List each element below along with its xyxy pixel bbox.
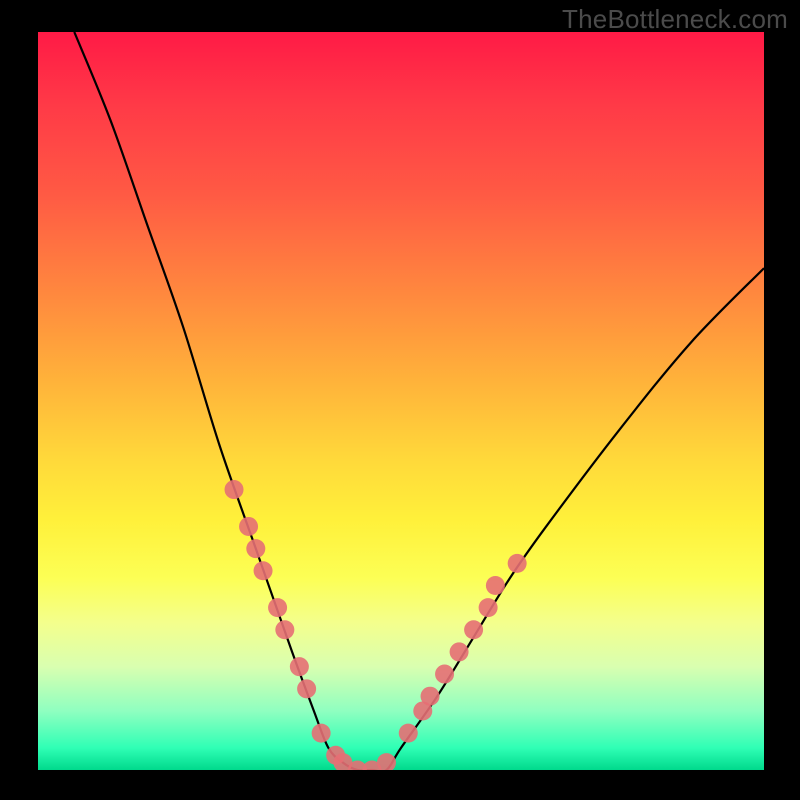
- data-marker: [486, 576, 505, 595]
- curve-svg: [38, 32, 764, 770]
- data-marker: [297, 679, 316, 698]
- plot-area: [38, 32, 764, 770]
- data-marker: [399, 724, 418, 743]
- attribution-label: TheBottleneck.com: [562, 4, 788, 35]
- data-marker: [254, 561, 273, 580]
- data-marker: [225, 480, 244, 499]
- data-marker: [450, 642, 469, 661]
- data-marker: [464, 620, 483, 639]
- marker-group: [225, 480, 527, 770]
- data-marker: [377, 753, 396, 770]
- data-marker: [268, 598, 287, 617]
- data-marker: [275, 620, 294, 639]
- data-marker: [479, 598, 498, 617]
- data-marker: [435, 665, 454, 684]
- data-marker: [508, 554, 527, 573]
- data-marker: [239, 517, 258, 536]
- data-marker: [290, 657, 309, 676]
- data-marker: [246, 539, 265, 558]
- curve-line: [74, 32, 764, 770]
- bottleneck-curve: [74, 32, 764, 770]
- data-marker: [421, 687, 440, 706]
- data-marker: [312, 724, 331, 743]
- chart-frame: TheBottleneck.com: [0, 0, 800, 800]
